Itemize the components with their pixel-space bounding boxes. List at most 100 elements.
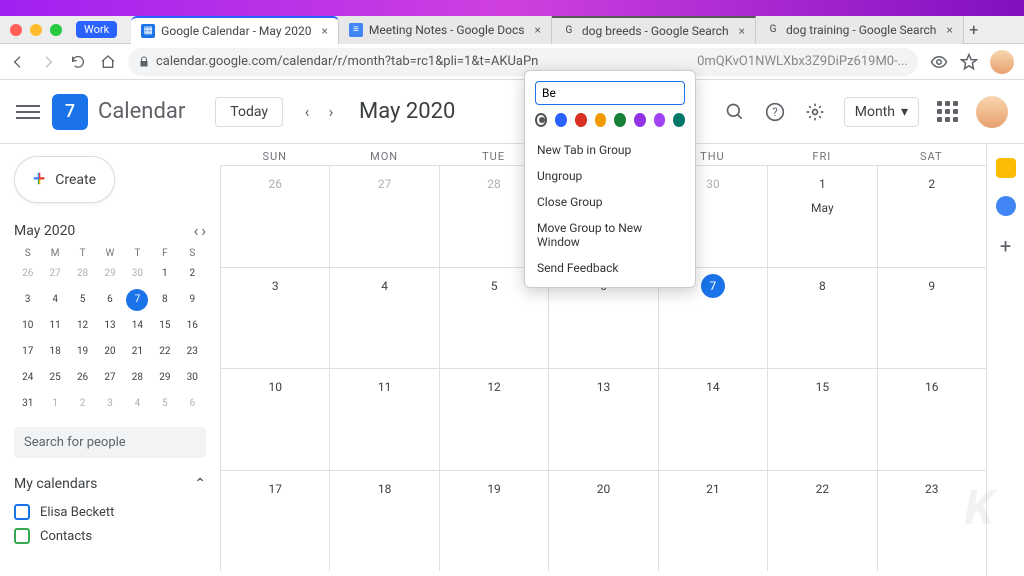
mini-day[interactable]: 22 <box>154 341 176 363</box>
mini-day[interactable]: 2 <box>72 393 94 415</box>
search-people-input[interactable]: Search for people <box>14 427 206 458</box>
tab-group-color-swatch[interactable] <box>555 113 567 127</box>
reload-button[interactable] <box>70 54 86 70</box>
close-icon[interactable]: × <box>321 24 327 38</box>
mini-day[interactable]: 13 <box>99 315 121 337</box>
forward-button[interactable] <box>40 54 56 70</box>
calendar-cell[interactable]: 26 <box>220 165 329 267</box>
mini-day[interactable]: 23 <box>181 341 203 363</box>
tab-group-color-swatch[interactable] <box>634 113 646 127</box>
calendar-cell[interactable]: 11 <box>329 368 438 470</box>
tab-google-calendar[interactable]: ▦ Google Calendar - May 2020 × <box>131 16 339 44</box>
mini-day[interactable]: 10 <box>17 315 39 337</box>
mini-day[interactable]: 30 <box>181 367 203 389</box>
mini-day[interactable]: 5 <box>72 289 94 311</box>
mini-day[interactable]: 21 <box>126 341 148 363</box>
calendar-cell[interactable]: 13 <box>548 368 657 470</box>
calendar-cell[interactable]: 20 <box>548 470 657 572</box>
gear-icon[interactable] <box>804 101 826 123</box>
calendar-checkbox[interactable] <box>14 504 30 520</box>
calendar-item[interactable]: Contacts <box>14 524 206 548</box>
maximize-window-button[interactable] <box>50 24 62 36</box>
calendar-cell[interactable]: 10 <box>220 368 329 470</box>
calendar-cell[interactable]: 18 <box>329 470 438 572</box>
mini-day[interactable]: 5 <box>154 393 176 415</box>
mini-day[interactable]: 30 <box>126 263 148 285</box>
calendar-cell[interactable]: 4 <box>329 267 438 369</box>
mini-day[interactable]: 27 <box>99 367 121 389</box>
calendar-checkbox[interactable] <box>14 528 30 544</box>
calendar-cell[interactable]: 17 <box>220 470 329 572</box>
mini-prev-button[interactable]: ‹ <box>194 221 199 240</box>
star-icon[interactable] <box>960 53 978 71</box>
tab-group-menu-item[interactable]: Ungroup <box>525 163 695 189</box>
tab-group-menu-item[interactable]: New Tab in Group <box>525 137 695 163</box>
close-icon[interactable]: × <box>739 24 745 38</box>
new-tab-button[interactable]: + <box>964 20 984 40</box>
tab-group-name-input[interactable] <box>535 81 685 105</box>
mini-day[interactable]: 4 <box>126 393 148 415</box>
calendar-cell[interactable]: 2 <box>877 165 986 267</box>
mini-day[interactable]: 6 <box>99 289 121 311</box>
tab-group-color-swatch[interactable] <box>535 113 547 127</box>
tab-group-menu-item[interactable]: Send Feedback <box>525 255 695 281</box>
calendar-cell[interactable]: 15 <box>767 368 876 470</box>
mini-day[interactable]: 14 <box>126 315 148 337</box>
mini-day[interactable]: 12 <box>72 315 94 337</box>
search-icon[interactable] <box>724 101 746 123</box>
tab-group-color-swatch[interactable] <box>673 113 685 127</box>
minimize-window-button[interactable] <box>30 24 42 36</box>
close-window-button[interactable] <box>10 24 22 36</box>
tab-dog-training[interactable]: G dog training - Google Search × <box>756 16 964 44</box>
calendar-cell[interactable]: 16 <box>877 368 986 470</box>
my-calendars-header[interactable]: My calendars ⌃ <box>14 476 206 492</box>
today-button[interactable]: Today <box>215 97 283 127</box>
mini-day[interactable]: 26 <box>72 367 94 389</box>
mini-day[interactable]: 9 <box>181 289 203 311</box>
url-field[interactable]: calendar.google.com/calendar/r/month?tab… <box>128 48 918 76</box>
mini-day[interactable]: 29 <box>99 263 121 285</box>
create-button[interactable]: + Create <box>14 156 115 203</box>
calendar-cell[interactable]: 14 <box>658 368 767 470</box>
calendar-item[interactable]: Elisa Beckett <box>14 500 206 524</box>
tab-google-docs[interactable]: ≡ Meeting Notes - Google Docs × <box>339 16 552 44</box>
mini-day[interactable]: 3 <box>17 289 39 311</box>
mini-day[interactable]: 2 <box>181 263 203 285</box>
mini-day[interactable]: 11 <box>44 315 66 337</box>
mini-day[interactable]: 29 <box>154 367 176 389</box>
mini-day[interactable]: 7 <box>126 289 148 311</box>
main-menu-button[interactable] <box>16 100 40 124</box>
keep-icon[interactable] <box>996 158 1016 178</box>
mini-day[interactable]: 8 <box>154 289 176 311</box>
mini-day[interactable]: 4 <box>44 289 66 311</box>
profile-avatar[interactable] <box>990 50 1014 74</box>
view-selector[interactable]: Month▾ <box>844 97 919 127</box>
mini-day[interactable]: 26 <box>17 263 39 285</box>
mini-day[interactable]: 16 <box>181 315 203 337</box>
calendar-cell[interactable]: 19 <box>439 470 548 572</box>
prev-month-button[interactable]: ‹ <box>295 100 319 124</box>
tab-group-menu-item[interactable]: Move Group to New Window <box>525 215 695 255</box>
mini-day[interactable]: 19 <box>72 341 94 363</box>
home-button[interactable] <box>100 54 116 70</box>
calendar-cell[interactable]: 22 <box>767 470 876 572</box>
calendar-cell[interactable]: 21 <box>658 470 767 572</box>
back-button[interactable] <box>10 54 26 70</box>
mini-day[interactable]: 15 <box>154 315 176 337</box>
tab-group-menu-item[interactable]: Close Group <box>525 189 695 215</box>
tab-group-color-swatch[interactable] <box>575 113 587 127</box>
mini-day[interactable]: 6 <box>181 393 203 415</box>
mini-day[interactable]: 31 <box>17 393 39 415</box>
close-icon[interactable]: × <box>946 23 952 37</box>
mini-day[interactable]: 1 <box>44 393 66 415</box>
mini-day[interactable]: 28 <box>126 367 148 389</box>
tab-group-color-swatch[interactable] <box>654 113 666 127</box>
mini-day[interactable]: 24 <box>17 367 39 389</box>
add-addon-button[interactable]: + <box>1000 234 1011 258</box>
calendar-cell[interactable]: 27 <box>329 165 438 267</box>
calendar-cell[interactable]: 9 <box>877 267 986 369</box>
mini-day[interactable]: 3 <box>99 393 121 415</box>
calendar-cell[interactable]: 12 <box>439 368 548 470</box>
tab-group-color-swatch[interactable] <box>595 113 607 127</box>
mini-day[interactable]: 18 <box>44 341 66 363</box>
